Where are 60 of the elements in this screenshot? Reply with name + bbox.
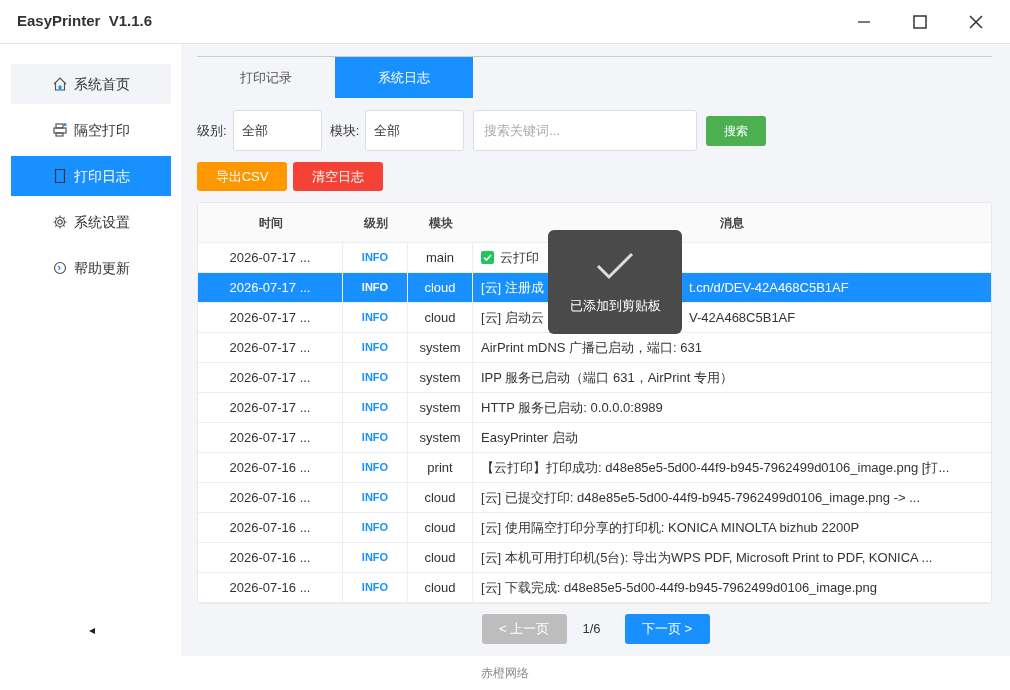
level-cell-text: INFO (361, 280, 389, 296)
time-cell-text: 2026-07-17 ... (229, 368, 311, 387)
module-cell-text: system (419, 368, 461, 387)
module-cell-text: print (427, 458, 453, 477)
column-header: 级别 (363, 214, 388, 232)
time-cell-text: 2026-07-17 ... (229, 428, 311, 447)
level-cell-text: INFO (361, 460, 389, 476)
time-cell-text: 2026-07-16 ... (229, 458, 311, 477)
column-header: 时间 (258, 214, 283, 232)
module-cell-text: cloud (424, 278, 456, 297)
message-cell-text: EasyPrinter 启动 (481, 428, 578, 447)
module-cell-text: cloud (424, 308, 456, 327)
page-indicator: 1/6 (582, 620, 602, 639)
message-cell-text: IPP 服务已启动（端口 631，AirPrint 专用） (481, 368, 733, 387)
level-cell-text: INFO (361, 340, 389, 356)
module-cell-text: main (425, 248, 455, 267)
level-cell-text: INFO (361, 490, 389, 506)
level-cell-text: INFO (361, 430, 389, 446)
message-cell-text: [云] 使用隔空打印分享的打印机: KONICA MINOLTA bizhub 2200P (481, 518, 860, 537)
message-cell-text: [云] 本机可用打印机(5台): 导出为WPS PDF, Microsoft Print to PDF, KONICA ... (481, 548, 933, 567)
module-cell-text: system (419, 428, 461, 447)
level-cell-text: INFO (361, 550, 389, 566)
message-cell-text: AirPrint mDNS 广播已启动，端口: 631 (481, 338, 703, 357)
message-cell-text: [云] 下载完成: d48e85e5-5d00-44f9-b945-7962499d0106_image.png (481, 578, 878, 597)
level-cell-text: INFO (361, 370, 389, 386)
window-title: EasyPrinter V1.1.6 (17, 11, 153, 32)
time-cell-text: 2026-07-17 ... (229, 308, 311, 327)
time-cell-text: 2026-07-16 ... (229, 548, 311, 567)
time-cell-text: 2026-07-16 ... (229, 488, 311, 507)
level-cell-text: INFO (361, 400, 389, 416)
message-cell-text: HTTP 服务已启动: 0.0.0.0:8989 (481, 398, 663, 417)
filter-label: 模块: (329, 121, 360, 140)
toast-text: 已添加到剪贴板 (569, 297, 661, 315)
message-cell-text: 云打印 (500, 248, 539, 267)
module-cell-text: system (419, 398, 461, 417)
time-cell-text: 2026-07-17 ... (229, 338, 311, 357)
message-cell-text: [云] 注册成 (481, 278, 545, 297)
level-cell-text: INFO (361, 250, 389, 266)
module-cell-text: cloud (424, 578, 456, 597)
level-cell-text: INFO (361, 520, 389, 536)
column-header: 消息 (720, 214, 744, 232)
time-cell-text: 2026-07-17 ... (229, 248, 311, 267)
time-cell-text: 2026-07-17 ... (229, 398, 311, 417)
message-cell-text: 【云打印】打印成功: d48e85e5-5d00-44f9-b945-7962499d0106_image.png [打... (481, 458, 950, 477)
message-cell-text: [云] 启动云 (481, 308, 545, 327)
time-cell-text: 2026-07-17 ... (229, 278, 311, 297)
column-header: 模块 (428, 214, 453, 232)
time-cell-text: 2026-07-16 ... (229, 518, 311, 537)
level-cell-text: INFO (361, 580, 389, 596)
module-cell-text: cloud (424, 488, 456, 507)
level-cell-text: INFO (361, 310, 389, 326)
message-cell-text: [云] 已提交打印: d48e85e5-5d00-44f9-b945-7962499d0106_image.png -> ... (481, 488, 921, 507)
time-cell-text: 2026-07-16 ... (229, 578, 311, 597)
module-cell-text: cloud (424, 518, 456, 537)
footer-text: 赤橙网络 (481, 665, 529, 682)
module-cell-text: system (419, 338, 461, 357)
message-cell-text: V-42A468C5B1AF (689, 308, 796, 327)
module-cell-text: cloud (424, 548, 456, 567)
message-cell-text: t.cn/d/DEV-42A468C5B1AF (689, 278, 849, 297)
filter-label: 级别: (197, 121, 227, 140)
